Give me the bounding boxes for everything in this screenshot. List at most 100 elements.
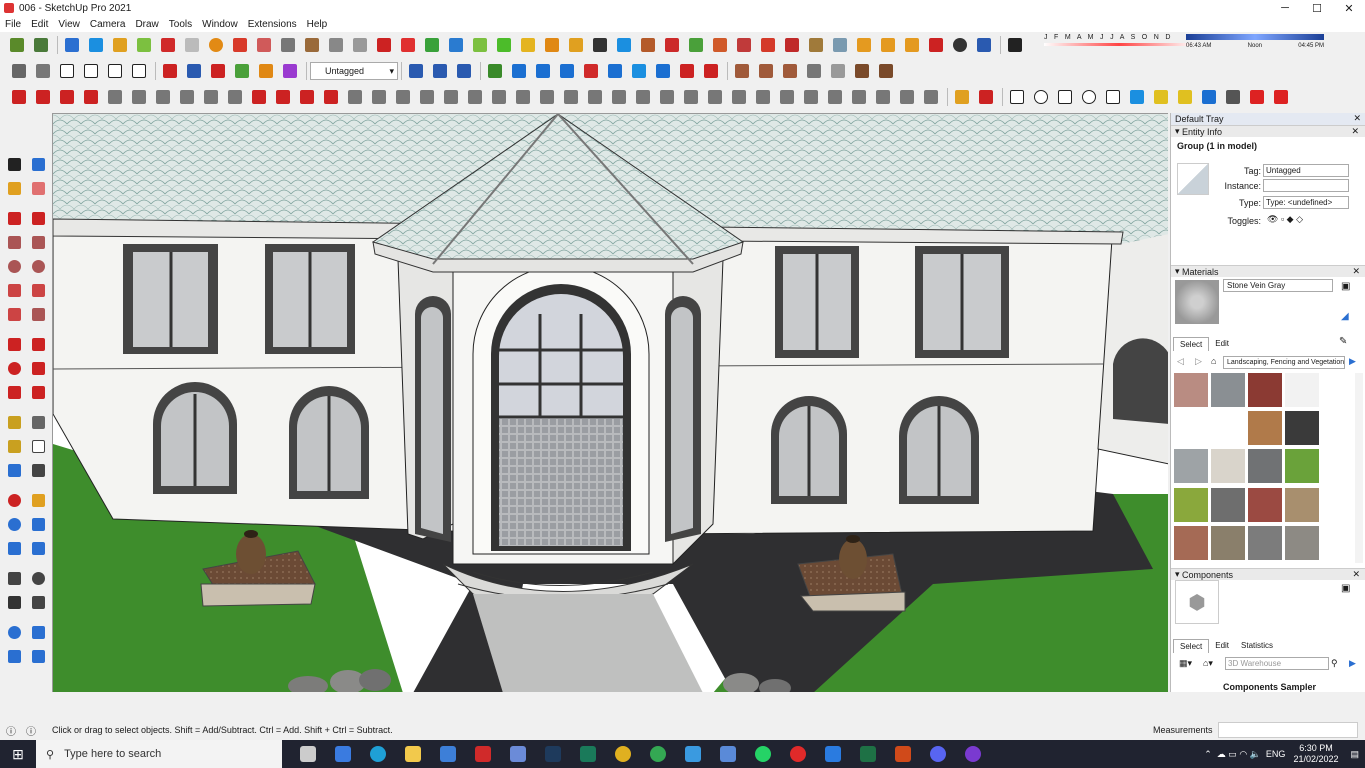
tool-button[interactable] — [231, 61, 253, 81]
follow-me-button[interactable] — [28, 358, 48, 378]
taskbar-search[interactable]: ⚲ Type here to search — [36, 740, 282, 768]
walk-tool-button[interactable] — [4, 592, 24, 612]
tool-button[interactable] — [781, 35, 803, 55]
tool-button[interactable] — [661, 35, 683, 55]
polygon-tool-button[interactable] — [28, 256, 48, 276]
tool-button[interactable] — [565, 35, 587, 55]
tag-dropdown[interactable]: Untagged — [310, 62, 398, 80]
tool-button[interactable] — [800, 87, 822, 107]
tool-button[interactable] — [255, 61, 277, 81]
tray-close-icon[interactable]: ✕ — [1353, 113, 1361, 124]
tool-button[interactable] — [445, 35, 467, 55]
line-tool-button[interactable] — [4, 208, 24, 228]
grid-tool-button[interactable] — [229, 35, 251, 55]
previous-view-button[interactable] — [28, 538, 48, 558]
tool-button[interactable] — [580, 61, 602, 81]
material-swatch[interactable] — [1248, 411, 1282, 446]
tool-button[interactable] — [469, 35, 491, 55]
frame-tool-button[interactable] — [277, 35, 299, 55]
tool-button[interactable] — [853, 35, 875, 55]
tool-button[interactable] — [851, 61, 873, 81]
menu-camera[interactable]: Camera — [85, 19, 131, 30]
tool-button[interactable] — [416, 87, 438, 107]
zoom-tool-button[interactable] — [4, 514, 24, 534]
move-tool-button[interactable] — [4, 334, 24, 354]
tool-button[interactable] — [829, 35, 851, 55]
material-swatch[interactable] — [1211, 411, 1245, 446]
tool-button[interactable] — [440, 87, 462, 107]
snipping-tool-icon[interactable] — [500, 740, 535, 768]
pie-tool-button[interactable] — [28, 304, 48, 324]
front-view-button[interactable] — [56, 61, 78, 81]
tool-button[interactable] — [207, 61, 229, 81]
stamp-tool-button[interactable] — [28, 646, 48, 666]
tool-button[interactable] — [805, 35, 827, 55]
tool-button[interactable] — [875, 61, 897, 81]
dimension-tool-button[interactable] — [28, 412, 48, 432]
tool-button[interactable] — [8, 87, 30, 107]
zoom-extents-button[interactable] — [4, 538, 24, 558]
solid-tool-button[interactable] — [85, 35, 107, 55]
solid-tool-button[interactable] — [157, 35, 179, 55]
app-icon[interactable] — [885, 740, 920, 768]
materials-scrollbar[interactable] — [1355, 373, 1363, 563]
tool-button[interactable] — [733, 35, 755, 55]
tool-button[interactable] — [272, 87, 294, 107]
component-details-icon[interactable]: ▣ — [1341, 583, 1350, 594]
menu-view[interactable]: View — [53, 19, 85, 30]
material-swatch[interactable] — [1174, 373, 1208, 407]
tool-button[interactable] — [1222, 87, 1244, 107]
date-slider[interactable] — [1044, 43, 1194, 46]
photoshop-icon[interactable] — [535, 740, 570, 768]
tool-button[interactable] — [368, 87, 390, 107]
circle-tool-button[interactable] — [4, 256, 24, 276]
notification-icon[interactable]: ▤ — [1350, 749, 1359, 760]
tool-button[interactable] — [584, 87, 606, 107]
tool-button[interactable] — [320, 87, 342, 107]
tool-button[interactable] — [152, 87, 174, 107]
tool-button[interactable] — [975, 87, 997, 107]
excel-icon[interactable] — [850, 740, 885, 768]
task-view-icon[interactable] — [290, 740, 325, 768]
tape-measure-button[interactable] — [4, 412, 24, 432]
tool-button[interactable] — [757, 35, 779, 55]
tool-button[interactable] — [827, 61, 849, 81]
details-arrow-icon[interactable]: ▶ — [1349, 658, 1356, 669]
material-swatch[interactable] — [1248, 449, 1282, 484]
tool-button[interactable] — [279, 61, 301, 81]
search-icon[interactable]: ⚲ — [1331, 658, 1338, 669]
tool-button[interactable] — [680, 87, 702, 107]
geo-location-icon[interactable]: ⓘ — [6, 723, 16, 738]
move-green-button[interactable] — [421, 35, 443, 55]
clock[interactable]: 6:30 PM 21/02/2022 — [1293, 743, 1338, 765]
tool-button[interactable] — [1102, 87, 1124, 107]
arc-tool-button[interactable] — [4, 280, 24, 300]
material-swatch[interactable] — [1285, 449, 1319, 484]
solid-tool-button[interactable] — [133, 35, 155, 55]
two-point-arc-button[interactable] — [28, 280, 48, 300]
tab-select[interactable]: Select — [1173, 337, 1210, 351]
tool-button[interactable] — [224, 87, 246, 107]
sandbox-tool-button[interactable] — [6, 35, 28, 55]
tool-button[interactable] — [1078, 87, 1100, 107]
eyedropper-icon[interactable]: ✎ — [1339, 336, 1347, 347]
smoove-tool-button[interactable] — [4, 646, 24, 666]
left-view-button[interactable] — [128, 61, 150, 81]
tool-button[interactable] — [848, 87, 870, 107]
type-dropdown[interactable]: Type: <undefined> — [1263, 196, 1349, 209]
chrome-icon[interactable] — [640, 740, 675, 768]
material-swatch[interactable] — [1174, 487, 1208, 522]
materials-header[interactable]: ▾ Materials ✕ — [1171, 265, 1365, 277]
solid-tool-button[interactable] — [61, 35, 83, 55]
material-swatch[interactable] — [1174, 411, 1208, 446]
material-swatch[interactable] — [1211, 449, 1245, 484]
axes-tool-button[interactable] — [4, 460, 24, 480]
tool-button[interactable] — [80, 87, 102, 107]
tool-button[interactable] — [541, 35, 563, 55]
3d-text-button[interactable] — [28, 460, 48, 480]
home-icon[interactable]: ⌂▾ — [1203, 658, 1213, 669]
tool-button[interactable] — [755, 61, 777, 81]
entity-info-header[interactable]: ▾ Entity Info ✕ — [1171, 125, 1365, 137]
tool-button[interactable] — [652, 61, 674, 81]
tool-button[interactable] — [392, 87, 414, 107]
